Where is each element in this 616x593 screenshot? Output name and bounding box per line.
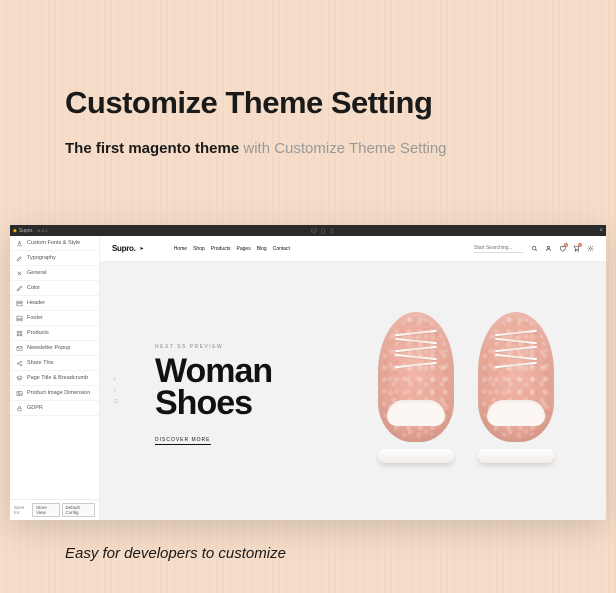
sidebar-footer: Save for: Store View Default Config: [10, 499, 99, 520]
fonts-icon: [15, 239, 23, 247]
window-titlebar: ◆ Supro. v1.0.2 ×: [10, 225, 606, 236]
sidebar-list: Custom Fonts & Style Typography General …: [10, 236, 99, 499]
hero-eyebrow: NEXT SS PREVIEW: [155, 344, 223, 350]
sidebar-item-label: Typography: [27, 255, 56, 261]
page-subtitle: The first magento theme with Customize T…: [65, 140, 447, 157]
footer-icon: [15, 314, 23, 322]
discover-more-link[interactable]: DISCOVER MORE: [155, 437, 211, 445]
cart-badge: 0: [578, 243, 582, 247]
shoe-left: [372, 306, 460, 471]
site-header: Supro. ➤ Home Shop Products Pages Blog C…: [100, 236, 606, 262]
sidebar-item-label: Newsletter Popup: [27, 345, 70, 351]
sidebar-item-color[interactable]: Color: [10, 281, 99, 296]
headline-line-2: Shoes: [155, 384, 252, 422]
app-logo-icon: ◆: [13, 228, 17, 234]
social-rail: f t G: [114, 377, 118, 405]
social-google-icon[interactable]: G: [114, 399, 118, 405]
sidebar-item-gdpr[interactable]: GDPR: [10, 401, 99, 416]
sidebar-item-label: Page Title & Breadcrumb: [27, 375, 88, 381]
sidebar-item-label: Color: [27, 285, 40, 291]
hero-stage: f t G NEXT SS PREVIEW Woman Shoes DISCOV…: [100, 262, 606, 520]
sidebar-item-label: Product Image Dimension: [27, 390, 90, 396]
sidebar-item-label: Products: [27, 330, 49, 336]
settings-sidebar: Custom Fonts & Style Typography General …: [10, 236, 100, 520]
tablet-view-icon[interactable]: [320, 228, 326, 234]
customizer-window: ◆ Supro. v1.0.2 × Custom Fonts & Style T…: [10, 225, 606, 520]
nav-blog[interactable]: Blog: [257, 246, 267, 252]
sidebar-item-share[interactable]: Share This: [10, 356, 99, 371]
sidebar-item-label: Footer: [27, 315, 43, 321]
cart-icon[interactable]: 0: [572, 245, 580, 253]
settings-icon[interactable]: [586, 245, 594, 253]
cursor-icon: ➤: [140, 246, 144, 252]
sidebar-item-general[interactable]: General: [10, 266, 99, 281]
edit-icon: [15, 254, 23, 262]
main-nav: Home Shop Products Pages Blog Contact: [174, 246, 290, 252]
image-icon: [15, 389, 23, 397]
sidebar-item-header[interactable]: Header: [10, 296, 99, 311]
share-icon: [15, 359, 23, 367]
mobile-view-icon[interactable]: [329, 228, 335, 234]
account-icon[interactable]: [544, 245, 552, 253]
desktop-view-icon[interactable]: [311, 228, 317, 234]
sidebar-item-footer[interactable]: Footer: [10, 311, 99, 326]
nav-contact[interactable]: Contact: [273, 246, 290, 252]
sidebar-item-products[interactable]: Products: [10, 326, 99, 341]
default-config-button[interactable]: Default Config: [62, 503, 96, 517]
nav-products[interactable]: Products: [211, 246, 231, 252]
layers-icon: [15, 374, 23, 382]
grid-icon: [15, 329, 23, 337]
social-twitter-icon[interactable]: t: [114, 388, 118, 394]
subtitle-strong: The first magento theme: [65, 140, 239, 157]
wishlist-icon[interactable]: 0: [558, 245, 566, 253]
wishlist-badge: 0: [564, 243, 568, 247]
subtitle-rest: with Customize Theme Setting: [239, 140, 446, 157]
close-icon[interactable]: ×: [599, 228, 603, 234]
search-icon[interactable]: [530, 245, 538, 253]
footer-caption: Easy for developers to customize: [65, 545, 286, 562]
page-title: Customize Theme Setting: [65, 85, 432, 121]
sidebar-item-breadcrumb[interactable]: Page Title & Breadcrumb: [10, 371, 99, 386]
brush-icon: [15, 284, 23, 292]
save-for-label: Save for:: [14, 505, 30, 515]
search-input[interactable]: [474, 244, 524, 253]
sidebar-item-label: Custom Fonts & Style: [27, 240, 80, 246]
header-icon: [15, 299, 23, 307]
site-logo[interactable]: Supro.: [112, 244, 136, 253]
shoe-right: [472, 306, 560, 471]
sidebar-item-image[interactable]: Product Image Dimension: [10, 386, 99, 401]
sidebar-item-label: Header: [27, 300, 45, 306]
sidebar-item-label: GDPR: [27, 405, 43, 411]
mail-icon: [15, 344, 23, 352]
lock-icon: [15, 404, 23, 412]
app-version: v1.0.2: [37, 228, 48, 233]
hero-headline: Woman Shoes: [155, 355, 272, 420]
sidebar-item-label: General: [27, 270, 47, 276]
sidebar-item-newsletter[interactable]: Newsletter Popup: [10, 341, 99, 356]
nav-home[interactable]: Home: [174, 246, 187, 252]
tools-icon: [15, 269, 23, 277]
nav-shop[interactable]: Shop: [193, 246, 205, 252]
hero-product-image: [366, 302, 566, 482]
app-title: Supro.: [19, 228, 34, 234]
sidebar-item-typography[interactable]: Typography: [10, 251, 99, 266]
nav-pages[interactable]: Pages: [237, 246, 251, 252]
store-view-button[interactable]: Store View: [32, 503, 59, 517]
social-facebook-icon[interactable]: f: [114, 377, 118, 383]
preview-pane: Supro. ➤ Home Shop Products Pages Blog C…: [100, 236, 606, 520]
sidebar-item-label: Share This: [27, 360, 54, 366]
sidebar-item-fonts[interactable]: Custom Fonts & Style: [10, 236, 99, 251]
